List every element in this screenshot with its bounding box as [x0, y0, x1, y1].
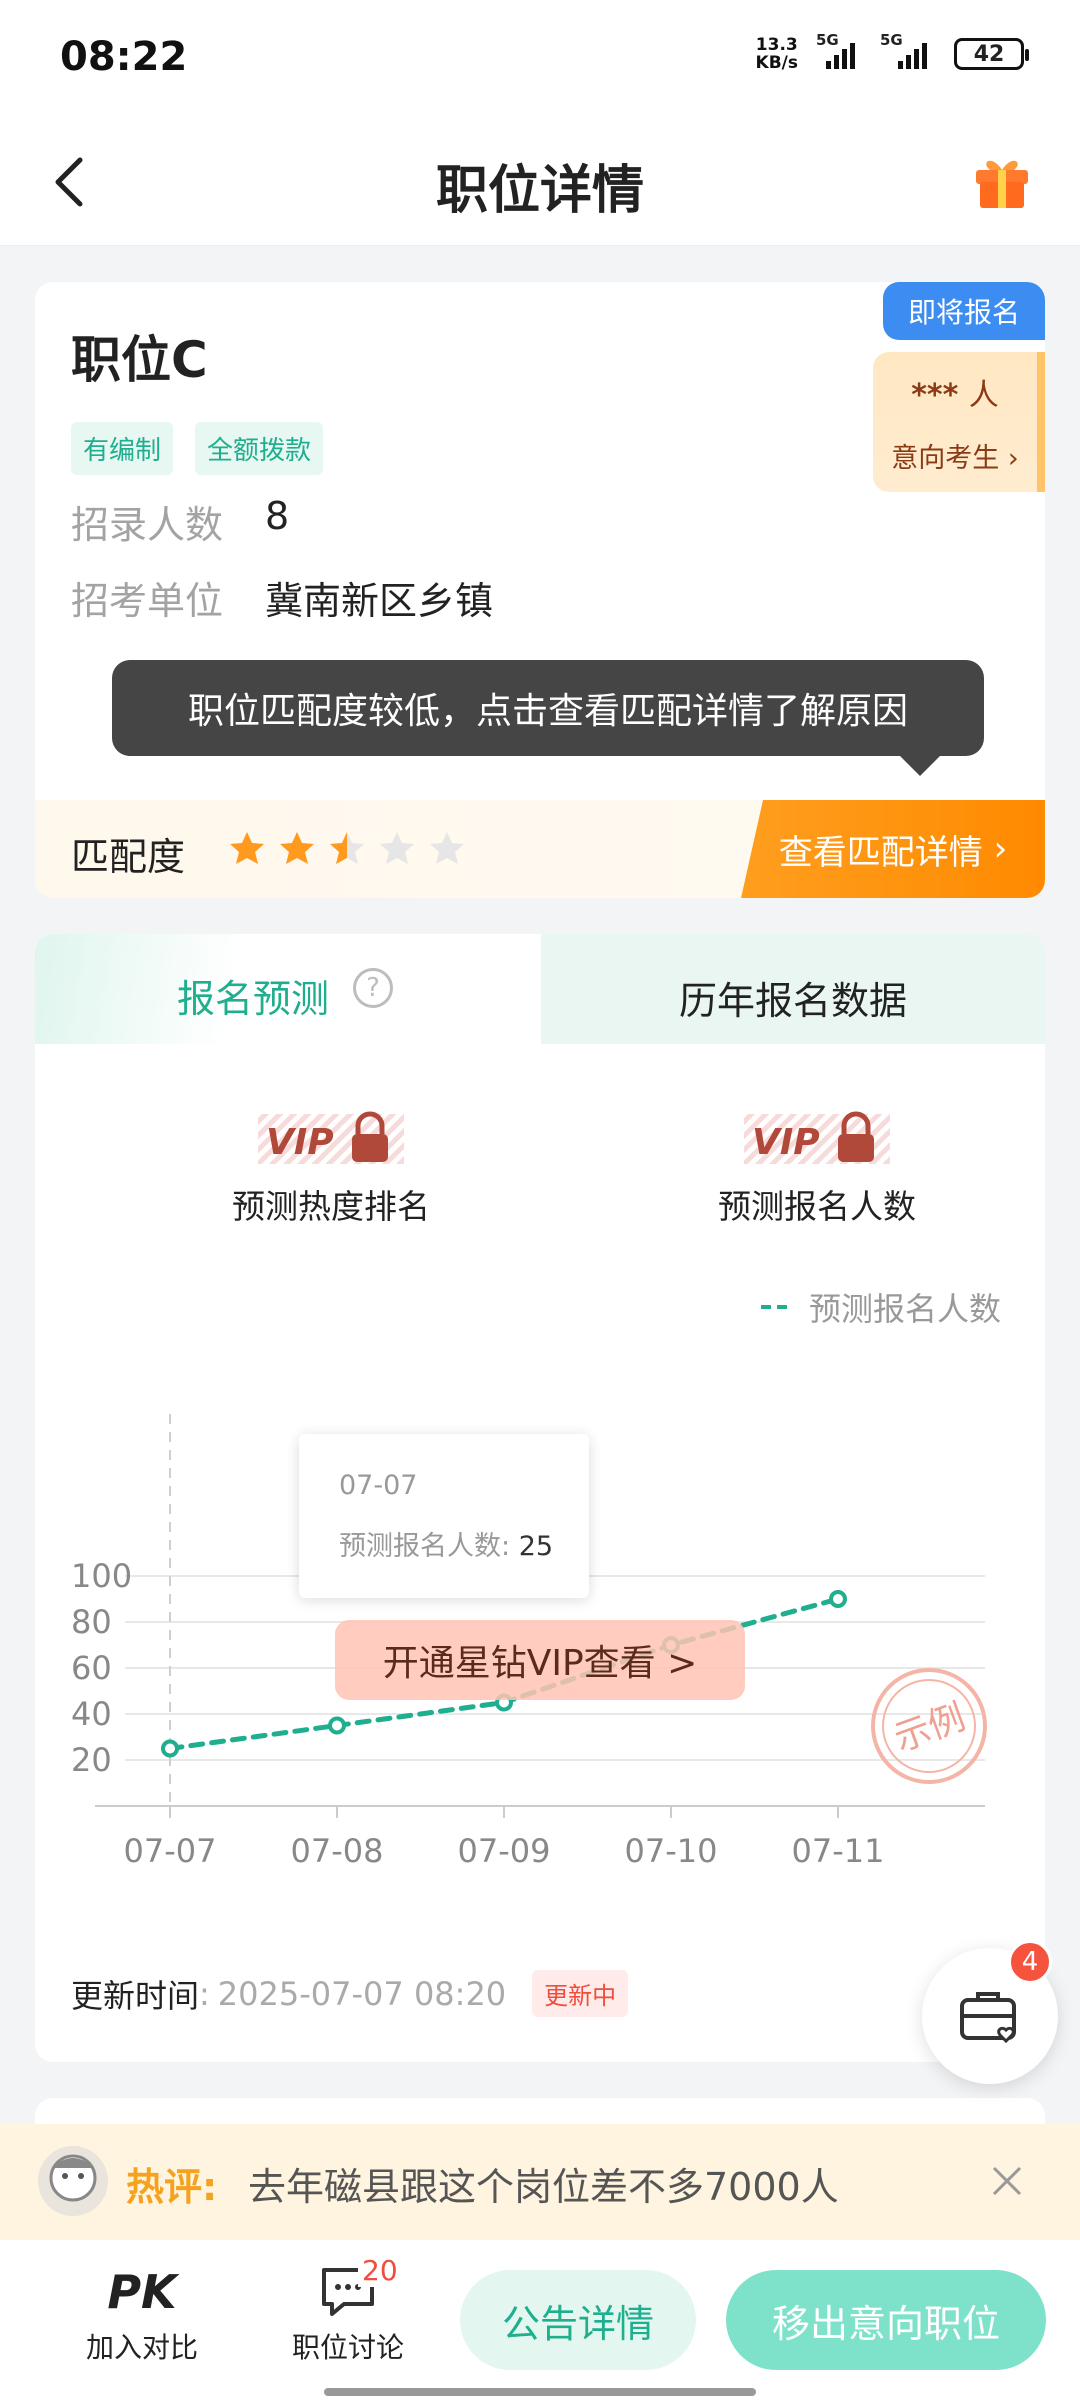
- status-icons: 13.3 KB/s 5G 5G 42: [755, 31, 1029, 73]
- vip-lock-icon: VIP: [744, 1111, 890, 1164]
- chevron-right-icon: ›: [999, 443, 1019, 474]
- intent-candidates-box[interactable]: *** 人 意向考生 ›: [873, 352, 1045, 492]
- bottom-bar: PK 加入对比 20 职位讨论 公告详情 移出意向职位: [0, 2240, 1080, 2400]
- x-tick-label: 07-08: [291, 1832, 384, 1870]
- remove-intent-button[interactable]: 移出意向职位: [726, 2270, 1046, 2370]
- discussion-badge: 20: [358, 2254, 402, 2287]
- notice-details-button[interactable]: 公告详情: [460, 2270, 696, 2370]
- y-tick-label: 60: [71, 1649, 112, 1687]
- question-icon[interactable]: ?: [353, 968, 393, 1008]
- pk-icon: PK: [107, 2265, 177, 2319]
- vip-lock-icon: VIP: [258, 1111, 404, 1164]
- x-tick-label: 07-10: [625, 1832, 718, 1870]
- network-speed: 13.3 KB/s: [755, 35, 798, 73]
- gift-icon[interactable]: [970, 148, 1034, 212]
- vip-predicted-count[interactable]: VIP 预测报名人数: [667, 1106, 967, 1228]
- chart-legend: 预测报名人数: [760, 1284, 1001, 1330]
- tag-establishment: 有编制: [71, 422, 174, 475]
- position-title: 职位C: [71, 331, 208, 389]
- intent-count-unit: 人: [968, 378, 999, 413]
- chevron-right-icon: ›: [982, 829, 1008, 869]
- svg-text:VIP: VIP: [752, 1122, 820, 1163]
- update-row: 更新时间: 2025-07-07 08:20 更新中: [71, 1970, 629, 2017]
- match-stars: [229, 830, 465, 866]
- star-icon: [280, 832, 314, 864]
- position-tags: 有编制 全额拨款: [71, 422, 324, 475]
- match-tooltip[interactable]: 职位匹配度较低，点击查看匹配详情了解原因: [112, 660, 984, 776]
- avatar: [38, 2146, 108, 2216]
- chart-tooltip: 07-07 预测报名人数: 25: [299, 1434, 589, 1598]
- y-tick-label: 100: [71, 1557, 132, 1595]
- update-status-badge: 更新中: [532, 1970, 629, 2017]
- tab-prediction[interactable]: 报名预测 ?: [35, 934, 541, 1044]
- svg-text:VIP: VIP: [266, 1122, 334, 1163]
- data-point: [829, 1590, 847, 1608]
- intent-link: 意向考生: [891, 443, 1000, 474]
- legend-dash: [760, 1305, 787, 1309]
- x-tick-label: 07-09: [458, 1832, 551, 1870]
- legend-label: 预测报名人数: [808, 1290, 1001, 1328]
- signal-icon-2: 5G: [880, 31, 936, 69]
- y-tick-label: 40: [71, 1695, 112, 1733]
- briefcase-float-button[interactable]: 4: [922, 1940, 1058, 2084]
- star-icon: [230, 832, 264, 864]
- prediction-card: 报名预测 ? 历年报名数据 VIP 预测热度排名 VIP 预测报名人数 预测报名…: [35, 934, 1045, 2062]
- hot-comment-text: 去年磁县跟这个岗位差不多7000人: [248, 2165, 839, 2209]
- page-title: 职位详情: [435, 161, 644, 221]
- star-icon: [380, 832, 414, 864]
- data-point: [328, 1716, 346, 1735]
- data-point: [161, 1739, 179, 1758]
- star-icon: [430, 832, 464, 864]
- sample-stamp: 示例: [871, 1668, 987, 1784]
- hot-comment-bar[interactable]: 热评: 去年磁县跟这个岗位差不多7000人: [0, 2124, 1080, 2240]
- float-badge: 4: [1008, 1940, 1052, 1984]
- intent-count: ***: [911, 378, 959, 413]
- view-match-details-button[interactable]: 查看匹配详情 ›: [741, 800, 1045, 898]
- svg-text:示例: 示例: [889, 1697, 971, 1760]
- y-tick-label: 20: [71, 1741, 112, 1779]
- battery-icon: 42: [954, 38, 1029, 70]
- star-icon: [330, 832, 364, 864]
- match-label: 匹配度: [71, 835, 186, 879]
- close-icon[interactable]: [982, 2156, 1032, 2206]
- vip-heat-rank[interactable]: VIP 预测热度排名: [181, 1106, 481, 1228]
- x-tick-label: 07-11: [792, 1832, 885, 1870]
- nav-bar: 职位详情: [0, 118, 1080, 246]
- status-bar: 08:22 13.3 KB/s 5G 5G 42: [0, 0, 1080, 118]
- open-vip-button[interactable]: 开通星钻VIP查看 >: [335, 1620, 745, 1700]
- add-compare-button[interactable]: PK 加入对比: [62, 2264, 222, 2366]
- position-discussion-button[interactable]: 20 职位讨论: [268, 2254, 428, 2366]
- match-row: 匹配度 查看匹配详情 ›: [35, 800, 1045, 898]
- briefcase-heart-icon: [960, 1992, 1016, 2044]
- info-row-recruit-count: 招录人数 8: [71, 494, 290, 547]
- position-card: 职位C 有编制 全额拨款 招录人数 8 招考单位 冀南新区乡镇 即将报名 ***…: [35, 282, 1045, 898]
- status-time: 08:22: [60, 34, 188, 80]
- signal-icon: 5G: [816, 31, 862, 69]
- home-indicator[interactable]: [324, 2388, 756, 2396]
- x-tick-label: 07-07: [124, 1832, 217, 1870]
- y-tick-label: 80: [71, 1603, 112, 1641]
- tab-history[interactable]: 历年报名数据: [541, 934, 1045, 1044]
- info-row-unit: 招考单位 冀南新区乡镇: [71, 579, 494, 623]
- status-badge: 即将报名: [883, 282, 1045, 340]
- hot-comment-label: 热评:: [126, 2165, 218, 2209]
- tag-funding: 全额拨款: [195, 422, 324, 475]
